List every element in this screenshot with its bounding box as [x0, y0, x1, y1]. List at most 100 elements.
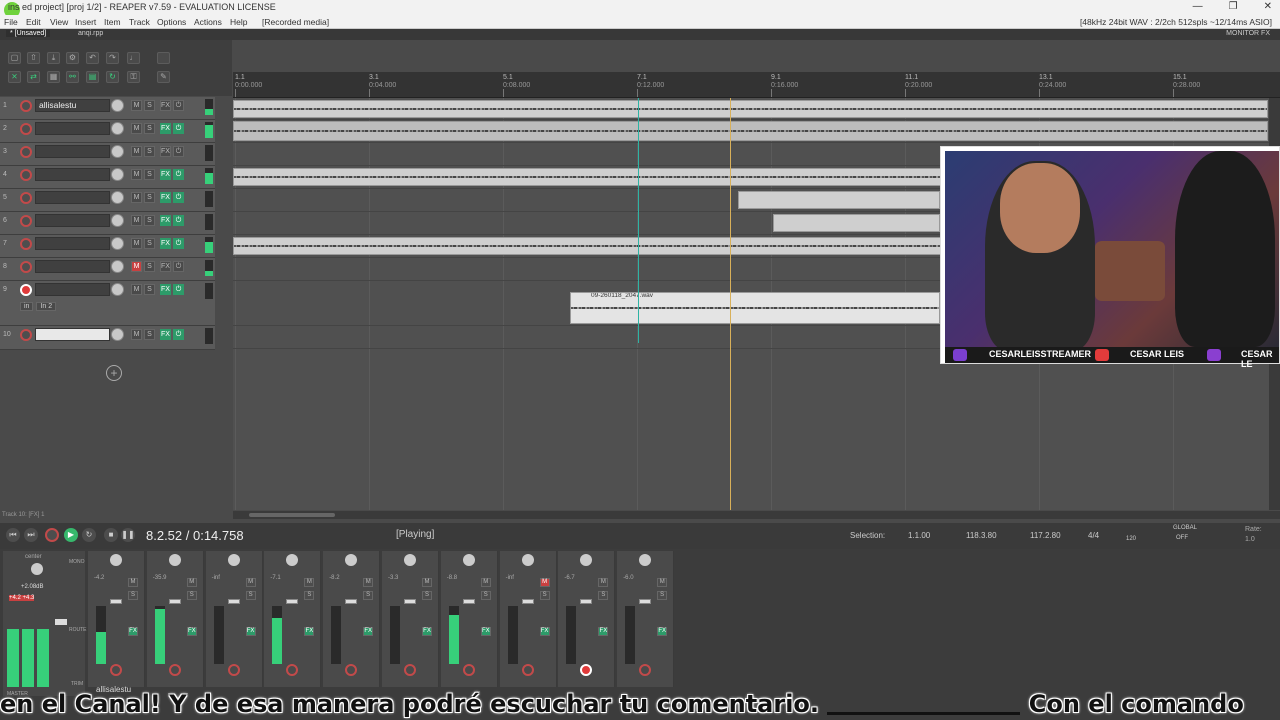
fx-button[interactable]: FX — [160, 146, 171, 157]
strip-mute-button[interactable]: M — [657, 578, 668, 587]
io-button[interactable]: ⏻ — [173, 146, 184, 157]
menu-track[interactable]: Track — [129, 17, 150, 27]
track-name-field[interactable] — [35, 283, 110, 296]
pan-knob[interactable] — [286, 554, 299, 566]
fx-button[interactable]: FX — [160, 215, 171, 226]
project-settings-icon[interactable]: ⚙ — [66, 52, 79, 64]
volume-fader[interactable] — [168, 599, 181, 604]
media-item[interactable] — [738, 191, 940, 209]
lock-icon[interactable]: ⚿ — [127, 71, 140, 83]
redo-icon[interactable]: ↷ — [106, 52, 119, 64]
timeline-ruler[interactable]: 1.1 0:00.000 3.1 0:04.000 5.1 0:08.000 7.1 0:12… — [233, 72, 1280, 98]
scroll-thumb[interactable] — [249, 513, 335, 517]
menu-edit[interactable]: Edit — [26, 17, 41, 27]
fx-button[interactable]: FX — [160, 284, 171, 295]
loop-icon[interactable]: ↻ — [106, 71, 119, 83]
mute-button[interactable]: M — [131, 146, 142, 157]
solo-button[interactable]: S — [144, 261, 155, 272]
track-name-field[interactable] — [35, 260, 110, 273]
volume-knob[interactable] — [111, 168, 124, 181]
track-name-field[interactable] — [35, 122, 110, 135]
io-button[interactable]: ⏻ — [173, 100, 184, 111]
solo-button[interactable]: S — [144, 146, 155, 157]
fx-button[interactable]: FX — [160, 100, 171, 111]
io-button[interactable]: ⏻ — [173, 123, 184, 134]
volume-fader[interactable] — [521, 599, 534, 604]
track-row[interactable]: 1 allisalestu M S FX ⏻ — [0, 97, 215, 120]
strip-solo-button[interactable]: S — [480, 591, 491, 600]
track-row[interactable]: 6 M S FX ⏻ — [0, 212, 215, 235]
strip-mute-button[interactable]: M — [245, 578, 256, 587]
track-row[interactable]: 4 M S FX ⏻ — [0, 166, 215, 189]
strip-record-arm[interactable] — [345, 664, 358, 676]
track-name-field[interactable] — [35, 145, 110, 158]
menu-insert[interactable]: Insert — [75, 17, 96, 27]
io-button[interactable]: ⏻ — [173, 169, 184, 180]
volume-fader[interactable] — [580, 599, 593, 604]
track-row[interactable]: 10 M S FX ⏻ — [0, 326, 215, 350]
record-arm-button[interactable] — [20, 284, 32, 296]
solo-button[interactable]: S — [144, 169, 155, 180]
pan-knob[interactable] — [521, 554, 534, 566]
strip-fx-button[interactable]: FX — [422, 627, 432, 636]
pan-knob[interactable] — [227, 554, 240, 566]
track-row[interactable]: 2 M S FX ⏻ — [0, 120, 215, 143]
media-item[interactable] — [233, 100, 1268, 118]
input-selector[interactable]: in In 2 — [20, 302, 59, 311]
monitor-fx-button[interactable]: MONITOR FX — [1226, 30, 1270, 37]
grid-snap-icon[interactable]: ⨯ — [8, 71, 21, 83]
add-track-icon[interactable]: + — [106, 365, 122, 381]
minimize-icon[interactable]: — — [1193, 1, 1203, 12]
strip-record-arm[interactable] — [404, 664, 416, 676]
solo-button[interactable]: S — [144, 284, 155, 295]
strip-fx-button[interactable]: FX — [539, 627, 550, 636]
strip-mute-button[interactable]: M — [128, 578, 138, 587]
strip-fx-button[interactable]: FX — [186, 627, 197, 636]
mute-button[interactable]: M — [131, 123, 142, 134]
menu-view[interactable]: View — [50, 17, 68, 27]
pan-knob[interactable] — [462, 554, 475, 566]
io-button[interactable]: ⏻ — [173, 284, 184, 295]
solo-button[interactable]: S — [144, 329, 155, 340]
selection-end[interactable]: 118.3.80 — [966, 531, 997, 540]
media-item[interactable] — [233, 121, 1268, 141]
strip-solo-button[interactable]: S — [539, 591, 550, 600]
track-row[interactable]: 8 M S FX ⏻ — [0, 258, 215, 281]
strip-fx-button[interactable]: FX — [128, 627, 138, 636]
blank-tool-icon[interactable] — [157, 52, 170, 64]
volume-knob[interactable] — [111, 328, 124, 341]
volume-fader[interactable] — [227, 599, 240, 604]
mute-button[interactable]: M — [131, 169, 142, 180]
fx-button[interactable]: FX — [160, 123, 171, 134]
mute-button[interactable]: M — [131, 100, 142, 111]
fx-button[interactable]: FX — [160, 329, 171, 340]
volume-knob[interactable] — [111, 191, 124, 204]
mute-button[interactable]: M — [131, 329, 142, 340]
track-name-field[interactable] — [35, 168, 110, 181]
track-name-field[interactable]: allisalestu — [35, 99, 110, 112]
solo-button[interactable]: S — [144, 100, 155, 111]
play-button[interactable]: ▶ — [64, 528, 78, 542]
io-button[interactable]: ⏻ — [173, 329, 184, 340]
recording-clip[interactable]: 09-260118_2047.wav — [570, 292, 940, 324]
volume-knob[interactable] — [111, 260, 124, 273]
volume-fader[interactable] — [404, 599, 416, 604]
trim-button[interactable]: TRIM — [71, 681, 83, 687]
grid-icon[interactable]: ▤ — [86, 71, 99, 83]
strip-record-arm[interactable] — [639, 664, 652, 676]
volume-knob[interactable] — [111, 122, 124, 135]
strip-solo-button[interactable]: S — [304, 591, 315, 600]
pan-knob[interactable] — [345, 554, 358, 566]
track-name-field[interactable] — [35, 328, 110, 341]
input-channel[interactable]: In 2 — [36, 302, 57, 311]
io-button[interactable]: ⏻ — [173, 238, 184, 249]
tab-anqi[interactable]: anqi.rpp — [74, 30, 107, 37]
global-off-label[interactable]: OFF — [1176, 535, 1188, 541]
media-item[interactable] — [233, 237, 943, 255]
mute-button[interactable]: M — [131, 215, 142, 226]
io-button[interactable]: ⏻ — [173, 261, 184, 272]
fx-button[interactable]: FX — [160, 169, 171, 180]
volume-fader[interactable] — [462, 599, 475, 604]
strip-mute-button[interactable]: M — [422, 578, 432, 587]
volume-fader[interactable] — [110, 599, 122, 604]
